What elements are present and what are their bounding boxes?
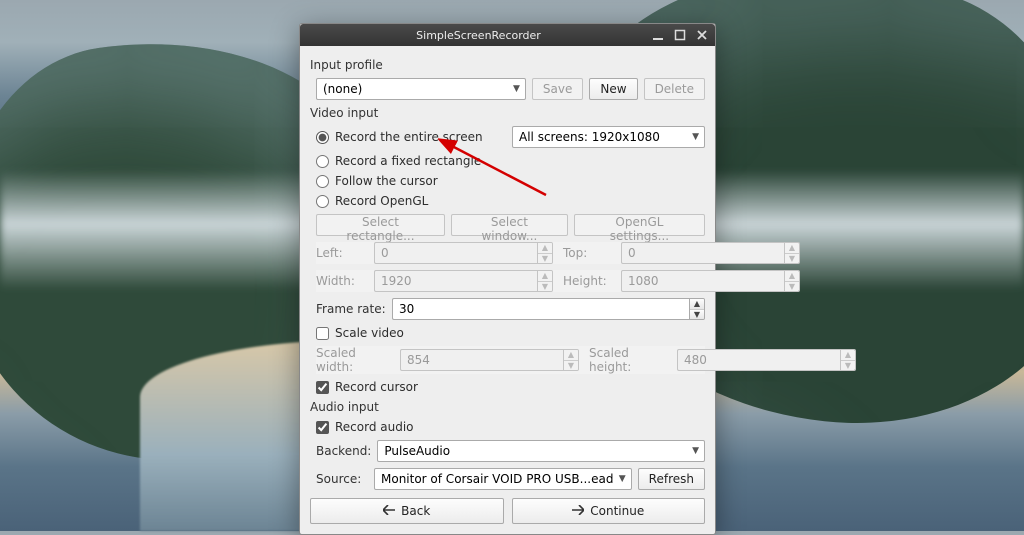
framerate-label: Frame rate: — [316, 302, 386, 316]
arrow-left-icon — [383, 504, 395, 518]
back-button[interactable]: Back — [310, 498, 504, 524]
maximize-icon[interactable] — [673, 29, 687, 41]
spin-up-icon: ▲ — [785, 243, 799, 253]
left-label: Left: — [316, 246, 368, 260]
left-input — [374, 242, 537, 264]
scaled-width-label: Scaled width: — [316, 346, 394, 374]
minimize-icon[interactable] — [651, 29, 665, 41]
spin-down-icon: ▼ — [785, 253, 799, 264]
video-section-label: Video input — [310, 106, 705, 120]
height-input — [621, 270, 784, 292]
backend-select[interactable]: PulseAudio — [377, 440, 705, 462]
spin-down-icon: ▼ — [538, 253, 552, 264]
radio-fixed-rect-input[interactable] — [316, 155, 329, 168]
scaled-height-input — [677, 349, 840, 371]
top-label: Top: — [563, 246, 615, 260]
framerate-input[interactable] — [392, 298, 689, 320]
spin-up-icon: ▲ — [538, 243, 552, 253]
profile-section-label: Input profile — [310, 58, 705, 72]
save-button: Save — [532, 78, 583, 100]
spin-down-icon: ▼ — [841, 360, 855, 371]
select-rectangle-button: Select rectangle... — [316, 214, 445, 236]
scale-video-input[interactable] — [316, 327, 329, 340]
spin-down-icon: ▼ — [538, 281, 552, 292]
window-title: SimpleScreenRecorder — [306, 29, 651, 42]
record-audio-checkbox[interactable]: Record audio — [316, 420, 414, 434]
source-select[interactable]: Monitor of Corsair VOID PRO USB...eadset… — [374, 468, 632, 490]
radio-opengl-input[interactable] — [316, 195, 329, 208]
spin-down-icon[interactable]: ▼ — [690, 309, 704, 320]
radio-entire-screen-input[interactable] — [316, 131, 329, 144]
spin-up-icon: ▲ — [841, 350, 855, 360]
refresh-button[interactable]: Refresh — [638, 468, 705, 490]
spin-up-icon[interactable]: ▲ — [690, 299, 704, 309]
spin-down-icon: ▼ — [785, 281, 799, 292]
screen-select[interactable]: All screens: 1920x1080 — [512, 126, 705, 148]
spin-down-icon: ▼ — [564, 360, 578, 371]
close-icon[interactable] — [695, 29, 709, 41]
scale-video-checkbox[interactable]: Scale video — [316, 326, 404, 340]
arrow-right-icon — [572, 504, 584, 518]
audio-section-label: Audio input — [310, 400, 705, 414]
record-cursor-checkbox[interactable]: Record cursor — [316, 380, 418, 394]
continue-button[interactable]: Continue — [512, 498, 706, 524]
radio-fixed-rect[interactable]: Record a fixed rectangle — [316, 154, 481, 168]
spin-up-icon: ▲ — [538, 271, 552, 281]
radio-opengl[interactable]: Record OpenGL — [316, 194, 428, 208]
spin-up-icon: ▲ — [785, 271, 799, 281]
height-label: Height: — [563, 274, 615, 288]
new-button[interactable]: New — [589, 78, 637, 100]
radio-follow-cursor[interactable]: Follow the cursor — [316, 174, 438, 188]
record-audio-input[interactable] — [316, 421, 329, 434]
delete-button: Delete — [644, 78, 705, 100]
select-window-button: Select window... — [451, 214, 568, 236]
scaled-height-label: Scaled height: — [589, 346, 671, 374]
radio-entire-screen[interactable]: Record the entire screen — [316, 130, 506, 144]
titlebar[interactable]: SimpleScreenRecorder — [300, 24, 715, 46]
app-window: SimpleScreenRecorder Input profile (none… — [299, 23, 716, 535]
radio-follow-cursor-input[interactable] — [316, 175, 329, 188]
opengl-settings-button: OpenGL settings... — [574, 214, 705, 236]
record-cursor-input[interactable] — [316, 381, 329, 394]
scaled-width-input — [400, 349, 563, 371]
profile-select[interactable]: (none) — [316, 78, 526, 100]
width-input — [374, 270, 537, 292]
top-input — [621, 242, 784, 264]
source-label: Source: — [316, 472, 368, 486]
width-label: Width: — [316, 274, 368, 288]
spin-up-icon: ▲ — [564, 350, 578, 360]
backend-label: Backend: — [316, 444, 371, 458]
